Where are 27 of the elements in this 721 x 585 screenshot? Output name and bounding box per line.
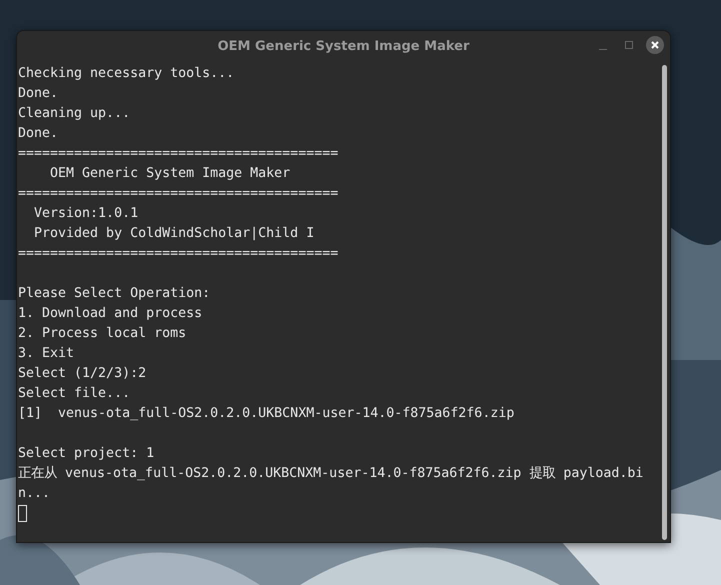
scrollbar[interactable] xyxy=(662,65,667,540)
terminal-line: ======================================== xyxy=(18,245,338,263)
terminal-line: Select file... xyxy=(18,385,130,403)
terminal-line: ======================================== xyxy=(18,185,338,203)
terminal-line: Please Select Operation: xyxy=(18,285,210,303)
maximize-icon xyxy=(624,40,634,50)
terminal-line: Select project: 1 xyxy=(18,445,154,463)
terminal-line: ======================================== xyxy=(18,145,338,163)
close-button[interactable] xyxy=(646,36,664,54)
terminal-line: n... xyxy=(18,485,50,503)
close-icon xyxy=(650,40,660,50)
terminal-line: Cleaning up... xyxy=(18,105,130,123)
terminal-line: Checking necessary tools... xyxy=(18,65,234,83)
terminal-line: Version:1.0.1 xyxy=(33,205,138,223)
terminal-line: [1] venus-ota_full-OS2.0.2.0.UKBCNXM-user-14.0-f875a6f2f6.zip xyxy=(18,405,514,423)
window-title: OEM Generic System Image Maker xyxy=(218,38,470,54)
terminal-line: 3. Exit xyxy=(18,345,74,363)
terminal-line: Select (1/2/3):2 xyxy=(18,365,146,383)
terminal-line: Provided by ColdWindScholar|Child I xyxy=(33,225,314,243)
terminal-line: 正在从 venus-ota_full-OS2.0.2.0.UKBCNXM-user-14.0-f875a6f2f6.zip 提取 payload.bi xyxy=(18,464,644,483)
text-cursor xyxy=(18,505,27,522)
minimize-icon xyxy=(599,48,607,50)
terminal-line: 1. Download and process xyxy=(18,305,202,323)
terminal-line: Done. xyxy=(18,125,58,143)
terminal-line: OEM Generic System Image Maker xyxy=(49,165,290,183)
terminal-line: Done. xyxy=(18,85,58,103)
terminal-line: 2. Process local roms xyxy=(18,325,186,343)
